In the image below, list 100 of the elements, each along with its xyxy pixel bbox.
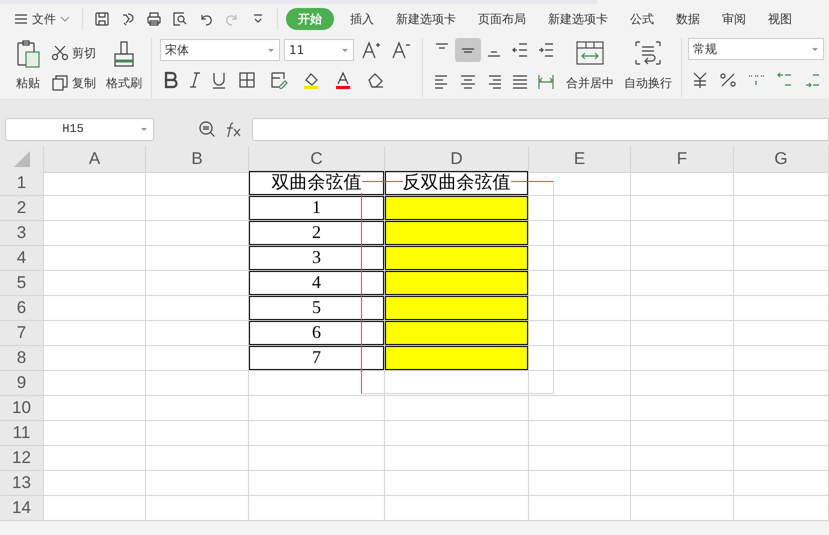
- column-header[interactable]: F: [631, 146, 734, 173]
- sheet-cell[interactable]: [734, 496, 829, 521]
- name-box[interactable]: H15: [5, 118, 154, 140]
- sheet-cell[interactable]: [734, 171, 829, 196]
- row-header[interactable]: 10: [0, 396, 44, 421]
- sheet-cell[interactable]: [146, 446, 249, 471]
- highlighted-cell[interactable]: [385, 221, 529, 246]
- sheet-cell[interactable]: [529, 221, 631, 246]
- row-header[interactable]: 9: [0, 371, 44, 396]
- sheet-cell[interactable]: [631, 221, 734, 246]
- sheet-cell[interactable]: [631, 296, 734, 321]
- column-header[interactable]: G: [734, 146, 829, 173]
- highlighted-cell[interactable]: [385, 346, 529, 371]
- sheet-cell[interactable]: [385, 446, 529, 471]
- sheet-cell[interactable]: [44, 196, 146, 221]
- sheet-cell[interactable]: [44, 221, 146, 246]
- sheet-cell[interactable]: [146, 471, 249, 496]
- ribbon-tab[interactable]: 新建选项卡: [542, 8, 614, 30]
- sheet-cell[interactable]: [529, 246, 631, 271]
- highlighted-cell[interactable]: [385, 246, 529, 271]
- column-header[interactable]: D: [385, 146, 529, 173]
- sheet-cell[interactable]: [44, 421, 146, 446]
- justify-icon[interactable]: [511, 73, 529, 91]
- print-icon[interactable]: [146, 11, 162, 27]
- sheet-cell[interactable]: [631, 371, 734, 396]
- cut-button[interactable]: 剪切: [48, 42, 99, 64]
- row-header[interactable]: 3: [0, 221, 44, 246]
- distributed-icon[interactable]: [537, 73, 555, 91]
- sheet-cell[interactable]: [631, 321, 734, 346]
- highlighted-cell[interactable]: [385, 271, 529, 296]
- merge-center-button[interactable]: 合并居中: [563, 38, 617, 94]
- ribbon-tab[interactable]: 审阅: [716, 8, 752, 30]
- row-header[interactable]: 13: [0, 471, 44, 496]
- print-preview-icon[interactable]: [172, 11, 188, 27]
- sheet-cell[interactable]: [734, 446, 829, 471]
- row-header[interactable]: 7: [0, 321, 44, 346]
- decrease-font-icon[interactable]: [391, 40, 411, 60]
- sheet-cell[interactable]: [734, 346, 829, 371]
- save-icon[interactable]: [94, 11, 110, 27]
- sheet-cell[interactable]: [529, 396, 631, 421]
- share-icon[interactable]: [120, 11, 136, 27]
- align-middle-icon[interactable]: [455, 38, 481, 62]
- row-header[interactable]: 4: [0, 246, 44, 271]
- font-size-dropdown[interactable]: 11: [284, 39, 354, 61]
- highlighted-cell[interactable]: [385, 321, 529, 346]
- sheet-cell[interactable]: [249, 496, 385, 521]
- row-header[interactable]: 11: [0, 421, 44, 446]
- sheet-cell[interactable]: [734, 221, 829, 246]
- column-header[interactable]: C: [249, 146, 385, 173]
- sheet-cell[interactable]: [44, 246, 146, 271]
- sheet-cell[interactable]: [385, 496, 529, 521]
- font-name-dropdown[interactable]: 宋体: [160, 39, 280, 61]
- column-header[interactable]: E: [529, 146, 631, 173]
- sheet-cell[interactable]: [146, 396, 249, 421]
- sheet-cell[interactable]: [44, 171, 146, 196]
- format-cells-icon[interactable]: [270, 71, 288, 89]
- sheet-cell[interactable]: [631, 446, 734, 471]
- sheet-cell[interactable]: 4: [249, 271, 385, 296]
- row-header[interactable]: 8: [0, 346, 44, 371]
- row-header[interactable]: 5: [0, 271, 44, 296]
- sheet-cell[interactable]: [146, 346, 249, 371]
- sheet-cell[interactable]: [146, 196, 249, 221]
- borders-icon[interactable]: [238, 71, 256, 89]
- sheet-cell[interactable]: 6: [249, 321, 385, 346]
- row-header[interactable]: 1: [0, 171, 44, 196]
- sheet-cell[interactable]: [631, 196, 734, 221]
- sheet-cell[interactable]: [146, 246, 249, 271]
- sheet-cell[interactable]: [385, 471, 529, 496]
- file-menu[interactable]: 文件: [10, 8, 74, 30]
- sheet-cell[interactable]: [734, 246, 829, 271]
- align-center-icon[interactable]: [459, 73, 477, 91]
- sheet-cell[interactable]: [44, 271, 146, 296]
- fill-color-icon[interactable]: [302, 71, 320, 89]
- sheet-cell[interactable]: [146, 221, 249, 246]
- highlighted-cell[interactable]: [385, 296, 529, 321]
- ribbon-tab[interactable]: 视图: [762, 8, 798, 30]
- paste-button[interactable]: 粘贴: [12, 38, 44, 94]
- sheet-cell[interactable]: [529, 346, 631, 371]
- sheet-cell[interactable]: [44, 371, 146, 396]
- formula-input[interactable]: [252, 118, 829, 140]
- format-painter-button[interactable]: 格式刷: [103, 38, 145, 94]
- sheet-cell[interactable]: [734, 396, 829, 421]
- row-header[interactable]: 14: [0, 496, 44, 521]
- column-header[interactable]: B: [146, 146, 249, 173]
- sheet-cell[interactable]: [529, 296, 631, 321]
- sheet-cell[interactable]: [249, 421, 385, 446]
- ribbon-tab[interactable]: 数据: [670, 8, 706, 30]
- row-header[interactable]: 12: [0, 446, 44, 471]
- sheet-cell[interactable]: [249, 396, 385, 421]
- sheet-cell[interactable]: [146, 171, 249, 196]
- sheet-cell[interactable]: [44, 446, 146, 471]
- sheet-cell[interactable]: [529, 496, 631, 521]
- sheet-cell[interactable]: [734, 321, 829, 346]
- zoom-out-icon[interactable]: [198, 120, 216, 138]
- row-header[interactable]: 6: [0, 296, 44, 321]
- sheet-cell[interactable]: 2: [249, 221, 385, 246]
- ribbon-tab[interactable]: 新建选项卡: [390, 8, 462, 30]
- highlighted-cell[interactable]: [385, 196, 529, 221]
- sheet-cell[interactable]: [734, 371, 829, 396]
- sheet-cell[interactable]: [631, 246, 734, 271]
